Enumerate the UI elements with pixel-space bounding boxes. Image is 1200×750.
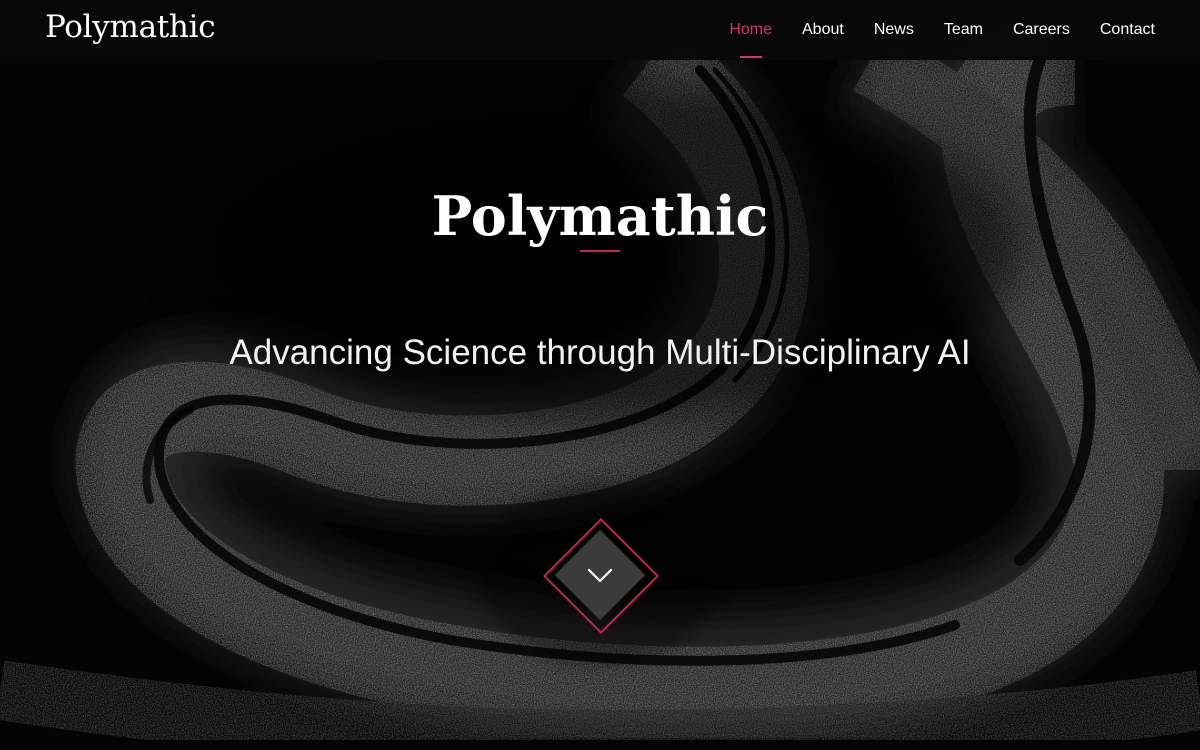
nav-item-team[interactable]: Team [944, 0, 983, 60]
nav-item-home[interactable]: Home [729, 0, 772, 60]
brand-logo-link[interactable]: Polymathic [45, 8, 216, 46]
top-navbar: Polymathic Home About News Team Careers … [0, 0, 1200, 60]
chevron-down-icon [587, 568, 613, 583]
hero-divider [580, 250, 620, 252]
hero-title: Polymathic [431, 184, 769, 249]
nav-item-careers[interactable]: Careers [1013, 0, 1070, 60]
hero-tagline: Advancing Science through Multi-Discipli… [229, 333, 971, 372]
main-nav: Home About News Team Careers Contact [714, 0, 1170, 60]
nav-item-about[interactable]: About [802, 0, 844, 60]
nav-item-contact[interactable]: Contact [1100, 0, 1155, 60]
scroll-down-button[interactable] [543, 518, 659, 634]
nav-item-news[interactable]: News [874, 0, 914, 60]
